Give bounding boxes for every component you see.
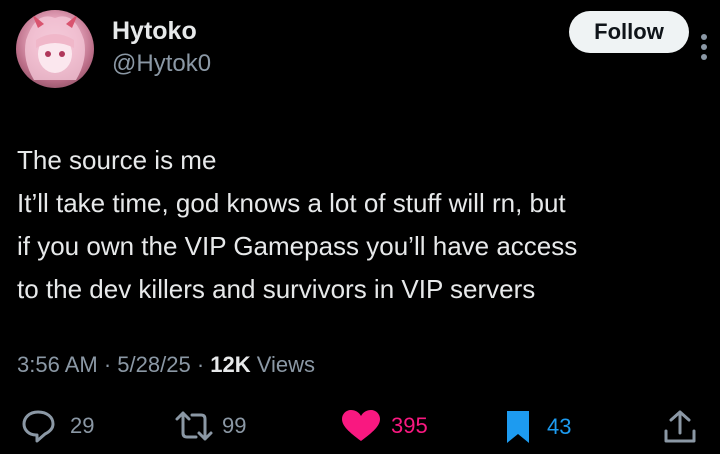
repost-icon <box>174 409 214 443</box>
tweet-line: to the dev killers and survivors in VIP … <box>17 274 536 304</box>
tweet-meta: 3:56 AM · 5/28/25 · 12K Views <box>17 352 315 378</box>
repost-button[interactable]: 99 <box>174 409 246 443</box>
author-handle[interactable]: @Hytok0 <box>112 50 211 78</box>
heart-icon <box>340 409 382 443</box>
follow-button[interactable]: Follow <box>569 11 689 53</box>
bookmark-icon <box>505 409 531 445</box>
comment-icon <box>21 409 57 443</box>
like-button[interactable]: 395 <box>340 409 428 443</box>
tweet-line: It’ll take time, god knows a lot of stuf… <box>17 188 566 218</box>
tweet-time[interactable]: 3:56 AM <box>17 352 98 377</box>
more-icon[interactable] <box>700 30 708 70</box>
share-icon <box>663 409 697 445</box>
views-label: Views <box>256 352 316 377</box>
avatar[interactable] <box>16 10 94 88</box>
reply-count: 29 <box>70 413 95 438</box>
repost-count: 99 <box>222 413 247 438</box>
reply-button[interactable]: 29 <box>21 409 94 443</box>
like-count: 395 <box>391 413 428 438</box>
tweet-text: The source is me It’ll take time, god kn… <box>17 139 707 311</box>
tweet-line: if you own the VIP Gamepass you’ll have … <box>17 231 578 261</box>
share-button[interactable] <box>663 409 697 445</box>
separator: · <box>103 352 112 377</box>
tweet-date[interactable]: 5/28/25 <box>117 352 190 377</box>
bookmark-count: 43 <box>547 414 572 439</box>
bookmark-button[interactable]: 43 <box>505 409 571 445</box>
author-name[interactable]: Hytoko <box>112 17 197 46</box>
views-count: 12K <box>210 352 251 377</box>
separator: · <box>196 352 205 377</box>
tweet-line: The source is me <box>17 145 217 175</box>
